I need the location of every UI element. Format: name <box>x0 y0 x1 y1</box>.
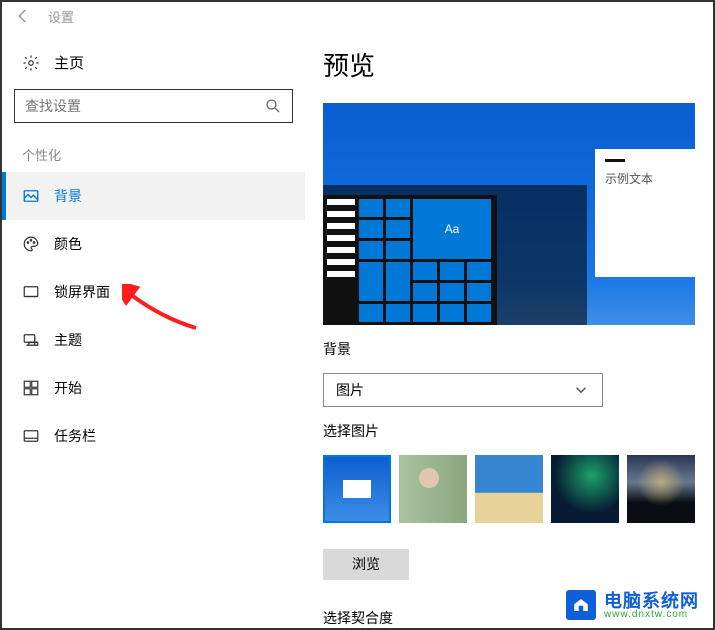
browse-button[interactable]: 浏览 <box>323 549 409 580</box>
sidebar-item-label: 主题 <box>54 330 82 350</box>
sample-text: 示例文本 <box>605 170 685 187</box>
preview-heading: 预览 <box>323 46 695 83</box>
picture-thumbnails <box>323 455 695 523</box>
sidebar-item-label: 开始 <box>54 378 82 398</box>
window-title: 设置 <box>48 7 74 26</box>
sidebar-item-label: 背景 <box>54 186 82 206</box>
preview-window: 示例文本 <box>595 149 695 277</box>
sidebar-item-taskbar[interactable]: 任务栏 <box>2 412 305 460</box>
search-icon <box>264 97 282 115</box>
theme-icon <box>22 331 40 349</box>
chevron-down-icon <box>572 381 590 399</box>
main-panel: 预览 Aa 示例文本 <box>305 30 713 628</box>
sidebar-item-home[interactable]: 主页 <box>2 44 305 89</box>
watermark-url: www.dnxtw.com <box>604 610 699 620</box>
background-dropdown-value: 图片 <box>336 380 364 400</box>
home-label: 主页 <box>54 52 84 73</box>
start-icon <box>22 379 40 397</box>
palette-icon <box>22 235 40 253</box>
sidebar-item-label: 锁屏界面 <box>54 282 110 302</box>
background-label: 背景 <box>323 339 695 359</box>
watermark: 电脑系统网 www.dnxtw.com <box>566 590 699 620</box>
taskbar-icon <box>22 427 40 445</box>
thumbnail-5[interactable] <box>627 455 695 523</box>
back-icon[interactable] <box>14 7 32 25</box>
picture-icon <box>22 187 40 205</box>
thumbnail-4[interactable] <box>551 455 619 523</box>
sidebar-item-themes[interactable]: 主题 <box>2 316 305 364</box>
sidebar-item-start[interactable]: 开始 <box>2 364 305 412</box>
watermark-logo-icon <box>566 590 596 620</box>
preview-start-menu: Aa <box>323 195 497 325</box>
watermark-text: 电脑系统网 <box>604 592 699 610</box>
choose-picture-label: 选择图片 <box>323 421 695 441</box>
sidebar-item-colors[interactable]: 颜色 <box>2 220 305 268</box>
category-label: 个性化 <box>2 141 305 172</box>
preview-tile-aa: Aa <box>413 199 491 259</box>
sidebar: 主页 个性化 背景 颜色 锁屏界面 <box>2 30 305 628</box>
thumbnail-3[interactable] <box>475 455 543 523</box>
thumbnail-2[interactable] <box>399 455 467 523</box>
sidebar-item-lockscreen[interactable]: 锁屏界面 <box>2 268 305 316</box>
sidebar-item-background[interactable]: 背景 <box>2 172 305 220</box>
desktop-preview: Aa 示例文本 <box>323 103 695 325</box>
sidebar-item-label: 颜色 <box>54 234 82 254</box>
gear-icon <box>22 54 40 72</box>
sidebar-item-label: 任务栏 <box>54 426 96 446</box>
background-dropdown[interactable]: 图片 <box>323 373 603 406</box>
search-input[interactable] <box>25 98 264 114</box>
lockscreen-icon <box>22 283 40 301</box>
search-box[interactable] <box>14 89 293 123</box>
thumbnail-1[interactable] <box>323 455 391 523</box>
